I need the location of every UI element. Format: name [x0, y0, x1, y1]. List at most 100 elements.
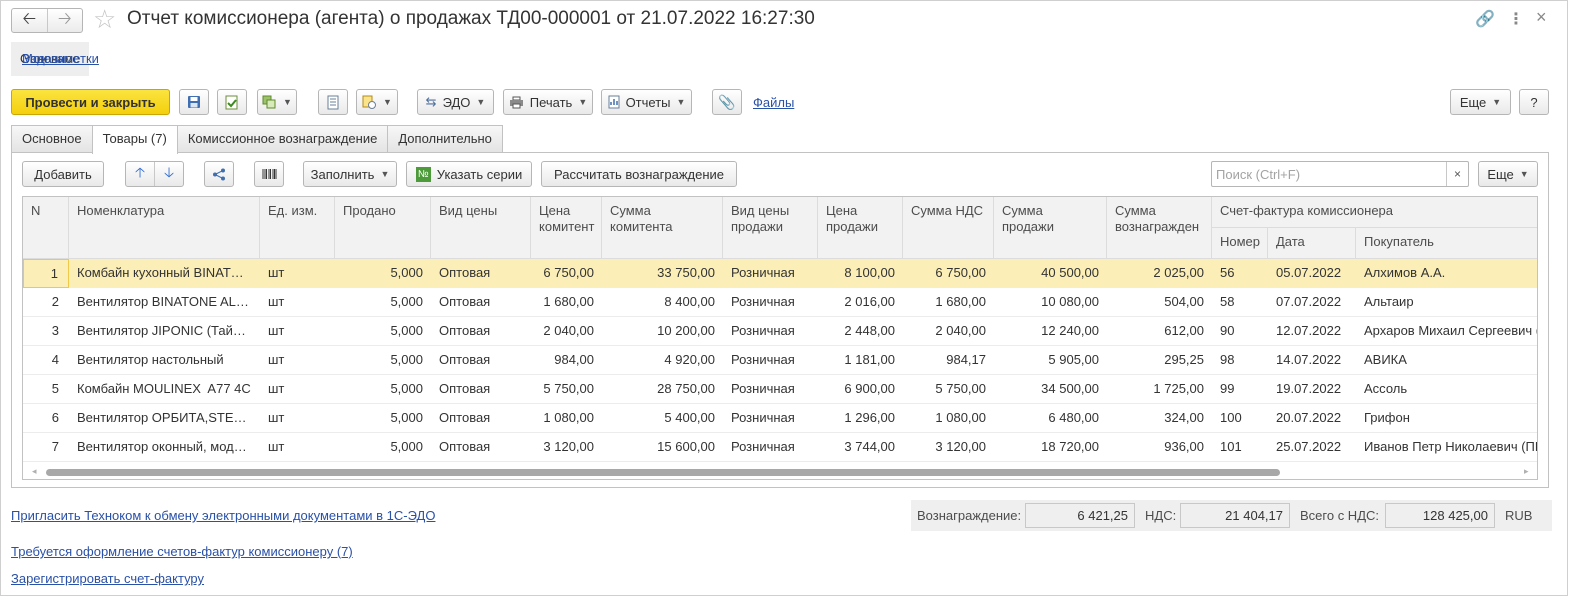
- files-link[interactable]: Файлы: [753, 95, 794, 110]
- sale-price-type-cell[interactable]: Розничная: [723, 404, 818, 433]
- price-type-cell[interactable]: Оптовая: [431, 288, 531, 317]
- more-menu-button[interactable]: Еще ▼: [1450, 89, 1511, 115]
- buyer-cell[interactable]: Грифон: [1356, 404, 1537, 433]
- unit-cell[interactable]: шт: [260, 404, 335, 433]
- sold-cell[interactable]: 5,000: [335, 346, 431, 375]
- sale-sum-cell[interactable]: 40 500,00: [994, 259, 1107, 288]
- invoice-date-cell[interactable]: 20.07.2022: [1268, 404, 1356, 433]
- column-header-vat-sum[interactable]: Сумма НДС: [903, 197, 994, 259]
- commission-sum-cell[interactable]: 612,00: [1107, 317, 1212, 346]
- commission-sum-cell[interactable]: 936,00: [1107, 433, 1212, 462]
- column-header-invoice-number[interactable]: Номер: [1212, 228, 1268, 259]
- column-header-price-principal[interactable]: Цена комитент: [531, 197, 602, 259]
- invoice-date-cell[interactable]: 14.07.2022: [1268, 346, 1356, 375]
- unit-cell[interactable]: шт: [260, 259, 335, 288]
- item-cell[interactable]: Вентилятор BINATONE ALPINE 160: [69, 288, 260, 317]
- sum-principal-cell[interactable]: 28 750,00: [602, 375, 723, 404]
- tab-commission[interactable]: Комиссионное вознаграждение: [176, 125, 389, 153]
- invoice-number-cell[interactable]: 56: [1212, 259, 1268, 288]
- sale-price-type-cell[interactable]: Розничная: [723, 346, 818, 375]
- fill-menu-button[interactable]: Заполнить ▼: [303, 161, 397, 187]
- sale-price-type-cell[interactable]: Розничная: [723, 288, 818, 317]
- forward-arrow-icon[interactable]: 🡢: [46, 9, 83, 32]
- reports-menu-button[interactable]: Отчеты ▼: [601, 89, 692, 115]
- column-header-sold[interactable]: Продано: [335, 197, 431, 259]
- print-menu-button[interactable]: Печать ▼: [503, 89, 593, 115]
- table-row[interactable]: 1 Комбайн кухонный BINATONE FP 67 шт 5,0…: [23, 259, 1537, 288]
- section-notes[interactable]: Мои заметки: [13, 42, 108, 76]
- commission-sum-cell[interactable]: 504,00: [1107, 288, 1212, 317]
- column-header-unit[interactable]: Ед. изм.: [260, 197, 335, 259]
- invoice-number-cell[interactable]: 100: [1212, 404, 1268, 433]
- item-cell[interactable]: Вентилятор JIPONIC (Тайвань): [69, 317, 260, 346]
- table-row[interactable]: 7 Вентилятор оконный, модель 1 шт 5,000 …: [23, 433, 1537, 462]
- invoice-date-cell[interactable]: 12.07.2022: [1268, 317, 1356, 346]
- unit-cell[interactable]: шт: [260, 433, 335, 462]
- unit-cell[interactable]: шт: [260, 317, 335, 346]
- table-row[interactable]: 5 Комбайн MOULINEX A77 4C шт 5,000 Оптов…: [23, 375, 1537, 404]
- invoice-date-cell[interactable]: 25.07.2022: [1268, 433, 1356, 462]
- calculate-commission-button[interactable]: Рассчитать вознаграждение: [541, 161, 737, 187]
- vat-sum-cell[interactable]: 6 750,00: [903, 259, 994, 288]
- sale-price-type-cell[interactable]: Розничная: [723, 375, 818, 404]
- column-header-commission-sum[interactable]: Сумма вознагражден: [1107, 197, 1212, 259]
- column-header-item[interactable]: Номенклатура: [69, 197, 260, 259]
- invoice-date-cell[interactable]: 19.07.2022: [1268, 375, 1356, 404]
- vat-sum-cell[interactable]: 2 040,00: [903, 317, 994, 346]
- buyer-cell[interactable]: Иванов Петр Николаевич (ПБОЮЛ): [1356, 433, 1537, 462]
- item-cell[interactable]: Комбайн кухонный BINATONE FP 67: [69, 259, 260, 288]
- invoice-number-cell[interactable]: 58: [1212, 288, 1268, 317]
- table-row[interactable]: 2 Вентилятор BINATONE ALPINE 160 шт 5,00…: [23, 288, 1537, 317]
- sale-price-cell[interactable]: 2 016,00: [818, 288, 903, 317]
- column-header-invoice-date[interactable]: Дата: [1268, 228, 1356, 259]
- item-cell[interactable]: Вентилятор ОРБИТА,STERLING: [69, 404, 260, 433]
- price-type-cell[interactable]: Оптовая: [431, 404, 531, 433]
- more-vertical-icon[interactable]: ⋮: [1508, 9, 1524, 29]
- buyer-cell[interactable]: Ассоль: [1356, 375, 1537, 404]
- vat-sum-cell[interactable]: 5 750,00: [903, 375, 994, 404]
- sale-price-cell[interactable]: 2 448,00: [818, 317, 903, 346]
- horizontal-scrollbar[interactable]: ◂ ▸: [24, 464, 1537, 479]
- scroll-left-icon[interactable]: ◂: [32, 466, 37, 477]
- commission-sum-cell[interactable]: 1 725,00: [1107, 375, 1212, 404]
- vat-sum-cell[interactable]: 1 080,00: [903, 404, 994, 433]
- save-button[interactable]: [179, 89, 209, 115]
- search-input[interactable]: [1212, 162, 1442, 186]
- column-header-sale-price[interactable]: Цена продажи: [818, 197, 903, 259]
- sale-sum-cell[interactable]: 12 240,00: [994, 317, 1107, 346]
- sold-cell[interactable]: 5,000: [335, 317, 431, 346]
- sale-price-cell[interactable]: 6 900,00: [818, 375, 903, 404]
- post-button[interactable]: [217, 89, 247, 115]
- sum-principal-cell[interactable]: 4 920,00: [602, 346, 723, 375]
- invoice-number-cell[interactable]: 98: [1212, 346, 1268, 375]
- scrollbar-thumb[interactable]: [46, 469, 1280, 476]
- unit-cell[interactable]: шт: [260, 288, 335, 317]
- table-more-menu-button[interactable]: Еще ▼: [1478, 161, 1538, 187]
- post-and-close-button[interactable]: Провести и закрыть: [11, 89, 170, 115]
- buyer-cell[interactable]: Архаров Михаил Сергеевич (ПБОЮЛ): [1356, 317, 1537, 346]
- column-header-sum-principal[interactable]: Сумма комитента: [602, 197, 723, 259]
- item-cell[interactable]: Вентилятор оконный, модель 1: [69, 433, 260, 462]
- attach-file-button[interactable]: 📎: [712, 89, 742, 115]
- commission-sum-cell[interactable]: 295,25: [1107, 346, 1212, 375]
- back-arrow-icon[interactable]: 🡠: [12, 9, 47, 32]
- sale-price-cell[interactable]: 3 744,00: [818, 433, 903, 462]
- invoice-number-cell[interactable]: 90: [1212, 317, 1268, 346]
- invite-edo-link[interactable]: Пригласить Техноком к обмену электронным…: [11, 508, 435, 523]
- invoice-date-cell[interactable]: 05.07.2022: [1268, 259, 1356, 288]
- column-header-buyer[interactable]: Покупатель: [1356, 228, 1537, 259]
- sale-sum-cell[interactable]: 6 480,00: [994, 404, 1107, 433]
- vat-sum-cell[interactable]: 984,17: [903, 346, 994, 375]
- table-row[interactable]: 6 Вентилятор ОРБИТА,STERLING шт 5,000 Оп…: [23, 404, 1537, 433]
- item-cell[interactable]: Вентилятор настольный: [69, 346, 260, 375]
- sale-price-cell[interactable]: 1 181,00: [818, 346, 903, 375]
- unit-cell[interactable]: шт: [260, 346, 335, 375]
- split-row-button[interactable]: [204, 161, 234, 187]
- invoice-date-cell[interactable]: 07.07.2022: [1268, 288, 1356, 317]
- commission-sum-cell[interactable]: 324,00: [1107, 404, 1212, 433]
- buyer-cell[interactable]: АВИКА: [1356, 346, 1537, 375]
- help-button[interactable]: ?: [1519, 89, 1549, 115]
- clear-search-icon[interactable]: ×: [1446, 162, 1468, 186]
- price-type-cell[interactable]: Оптовая: [431, 375, 531, 404]
- edo-menu-button[interactable]: ⇆ ЭДО ▼: [417, 89, 494, 115]
